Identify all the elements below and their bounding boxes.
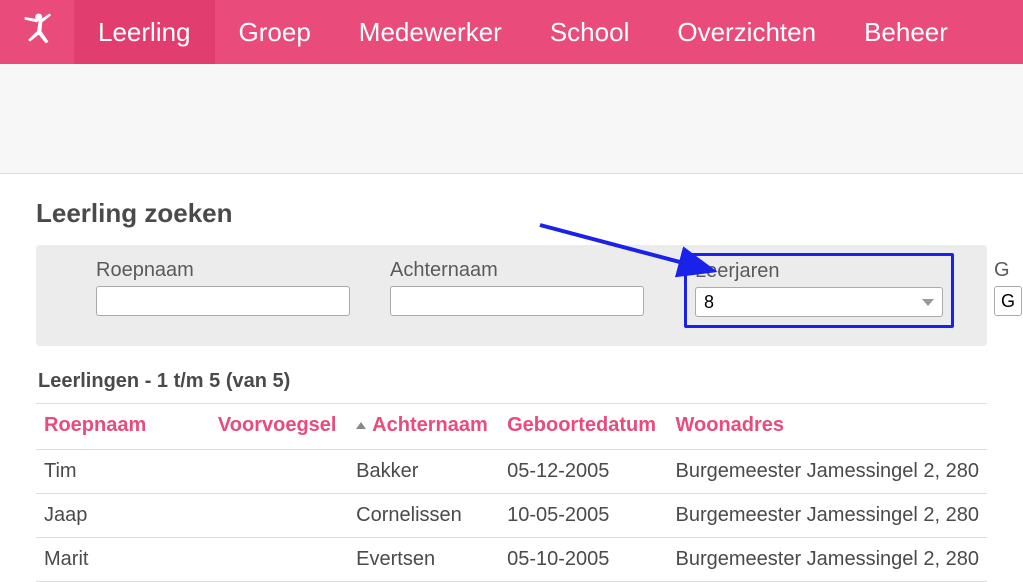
gr-input[interactable] (994, 286, 1022, 316)
content: Leerling zoeken Roepnaam Achternaam Leer… (0, 174, 1023, 582)
nav-medewerker[interactable]: Medewerker (335, 0, 526, 64)
nav-beheer[interactable]: Beheer (840, 0, 972, 64)
results-title: Leerlingen - 1 t/m 5 (van 5) (36, 370, 987, 393)
roepnaam-input[interactable] (96, 286, 350, 316)
leerjaren-label: Leerjaren (695, 260, 943, 283)
cell-geboortedatum: 10-05-2005 (499, 494, 667, 538)
results-table: Roepnaam Voorvoegsel Achternaam Geboorte… (36, 403, 987, 582)
cell-achternaam: Bakker (348, 450, 499, 494)
sort-asc-icon (356, 422, 366, 429)
cell-geboortedatum: 05-12-2005 (499, 450, 667, 494)
search-group-achternaam: Achternaam (390, 259, 644, 328)
th-roepnaam[interactable]: Roepnaam (36, 404, 210, 450)
search-group-gr: G (994, 259, 1022, 328)
achternaam-label: Achternaam (390, 259, 644, 282)
cell-voorvoegsel (210, 494, 348, 538)
nav-groep[interactable]: Groep (215, 0, 335, 64)
navbar: Leerling Groep Medewerker School Overzic… (0, 0, 1023, 64)
leerjaren-select[interactable]: 8 (695, 287, 943, 317)
achternaam-input[interactable] (390, 286, 644, 316)
cell-achternaam: Evertsen (348, 538, 499, 582)
chevron-down-icon (922, 299, 934, 306)
search-group-roepnaam: Roepnaam (96, 259, 350, 328)
table-row[interactable]: Jaap Cornelissen 10-05-2005 Burgemeester… (36, 494, 987, 538)
roepnaam-label: Roepnaam (96, 259, 350, 282)
th-voorvoegsel[interactable]: Voorvoegsel (210, 404, 348, 450)
nav-leerling[interactable]: Leerling (74, 0, 215, 64)
search-panel: Roepnaam Achternaam Leerjaren 8 G (36, 245, 987, 346)
gr-label: G (994, 259, 1022, 282)
cell-woonadres: Burgemeester Jamessingel 2, 280 (668, 494, 988, 538)
cell-achternaam: Cornelissen (348, 494, 499, 538)
search-group-leerjaren: Leerjaren 8 (684, 253, 954, 328)
cell-roepnaam: Tim (36, 450, 210, 494)
cell-roepnaam: Marit (36, 538, 210, 582)
cell-voorvoegsel (210, 450, 348, 494)
cell-voorvoegsel (210, 538, 348, 582)
cell-woonadres: Burgemeester Jamessingel 2, 280 (668, 538, 988, 582)
table-row[interactable]: Marit Evertsen 05-10-2005 Burgemeester J… (36, 538, 987, 582)
th-woonadres[interactable]: Woonadres (668, 404, 988, 450)
th-achternaam[interactable]: Achternaam (348, 404, 499, 450)
table-row[interactable]: Tim Bakker 05-12-2005 Burgemeester James… (36, 450, 987, 494)
results: Leerlingen - 1 t/m 5 (van 5) Roepnaam Vo… (36, 370, 987, 582)
cell-geboortedatum: 05-10-2005 (499, 538, 667, 582)
th-geboortedatum[interactable]: Geboortedatum (499, 404, 667, 450)
logo-icon[interactable] (0, 0, 74, 64)
search-title: Leerling zoeken (36, 198, 987, 229)
sub-header (0, 64, 1023, 174)
dancer-icon (19, 10, 55, 54)
nav-school[interactable]: School (526, 0, 654, 64)
nav-overzichten[interactable]: Overzichten (653, 0, 840, 64)
leerjaren-value: 8 (704, 292, 714, 313)
cell-roepnaam: Jaap (36, 494, 210, 538)
cell-woonadres: Burgemeester Jamessingel 2, 280 (668, 450, 988, 494)
